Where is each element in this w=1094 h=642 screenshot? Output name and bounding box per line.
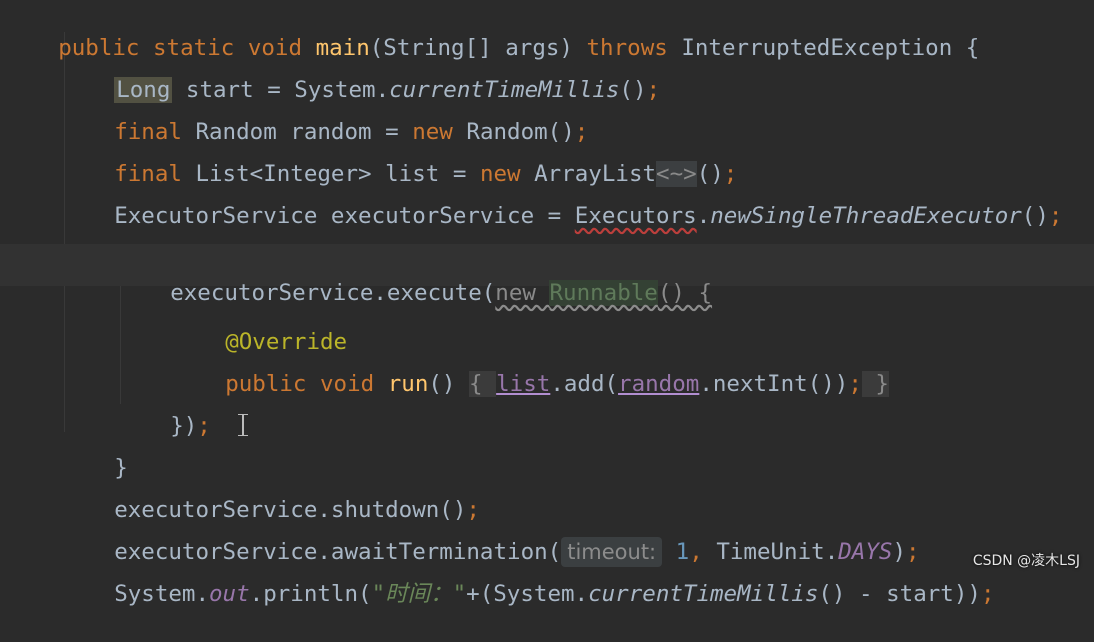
code-line-11[interactable]: }: [60, 420, 1094, 481]
code-line-9[interactable]: public void run() { list.add(random.next…: [171, 336, 1094, 397]
code-line-2[interactable]: Long start = System.currentTimeMillis();: [60, 42, 1094, 103]
watermark: CSDN @凌木LSJ: [972, 553, 1080, 569]
code-line-1[interactable]: public static void main(String[] args) t…: [4, 0, 1094, 61]
code-line-5[interactable]: ExecutorService executorService = Execut…: [60, 168, 1094, 229]
code-line-7-current[interactable]: executorService.execute(new Runnable() {: [0, 244, 1094, 306]
code-line-13[interactable]: executorService.awaitTermination(timeout…: [60, 504, 1094, 567]
code-line-4[interactable]: final List<Integer> list = new ArrayList…: [60, 126, 1094, 187]
code-line-3[interactable]: final Random random = new Random();: [60, 84, 1094, 145]
code-editor[interactable]: public static void main(String[] args) t…: [0, 0, 1094, 607]
code-line-14[interactable]: System.out.println("时间："+(System.current…: [60, 546, 1094, 607]
code-line-10[interactable]: });: [116, 378, 1094, 439]
code-line-12[interactable]: executorService.shutdown();: [60, 462, 1094, 523]
text-cursor-icon: [237, 414, 249, 436]
code-line-8[interactable]: @Override: [171, 294, 1094, 355]
